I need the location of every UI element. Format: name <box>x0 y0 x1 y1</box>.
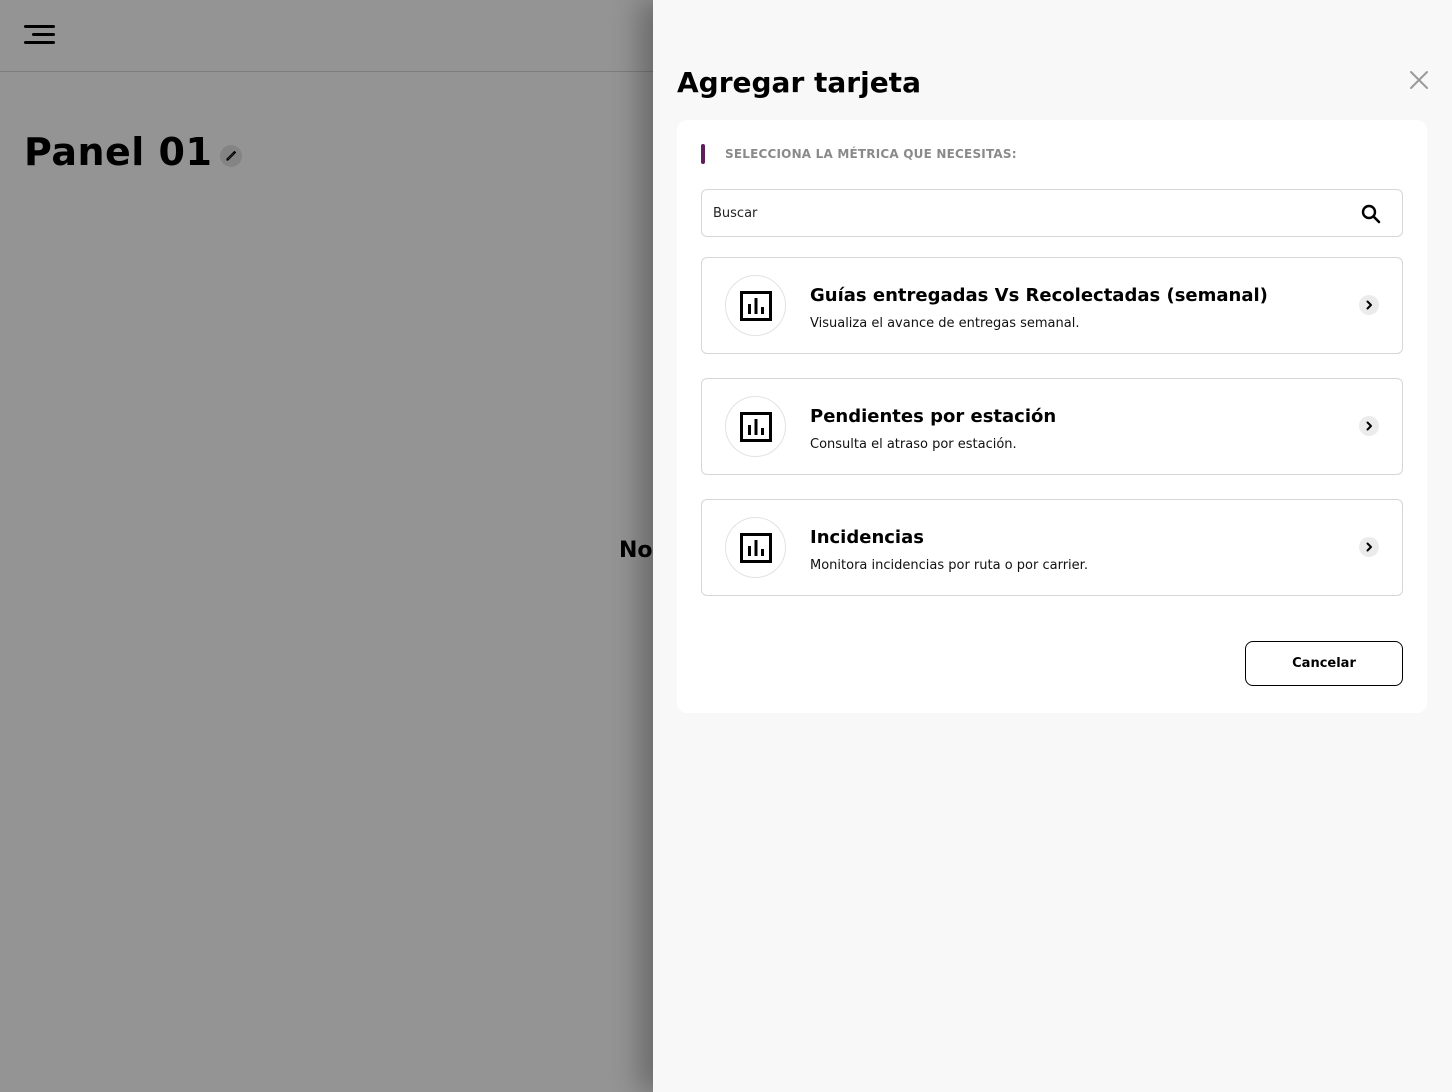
drawer-title: Agregar tarjeta <box>677 66 921 99</box>
close-icon <box>1410 71 1428 89</box>
chevron-right-icon <box>1359 537 1379 557</box>
search-input[interactable] <box>713 190 1333 236</box>
chevron-right-icon <box>1359 416 1379 436</box>
search-box <box>701 189 1403 237</box>
section-accent-bar <box>701 144 705 164</box>
metric-item[interactable]: Incidencias Monitora incidencias por rut… <box>701 499 1403 596</box>
bar-chart-icon <box>725 517 786 578</box>
search-icon[interactable] <box>1361 204 1381 224</box>
metric-description: Visualiza el avance de entregas semanal. <box>810 316 1080 331</box>
metric-description: Monitora incidencias por ruta o por carr… <box>810 558 1088 573</box>
close-button[interactable] <box>1409 70 1429 90</box>
section-label: SELECCIONA LA MÉTRICA QUE NECESITAS: <box>725 147 1017 161</box>
metric-title: Incidencias <box>810 527 924 548</box>
metric-title: Pendientes por estación <box>810 406 1057 427</box>
metric-description: Consulta el atraso por estación. <box>810 437 1017 452</box>
metric-item[interactable]: Guías entregadas Vs Recolectadas (semana… <box>701 257 1403 354</box>
metric-selection-card: SELECCIONA LA MÉTRICA QUE NECESITAS: Guí… <box>677 120 1427 713</box>
cancel-button[interactable]: Cancelar <box>1245 641 1403 686</box>
bar-chart-icon <box>725 275 786 336</box>
metric-item[interactable]: Pendientes por estación Consulta el atra… <box>701 378 1403 475</box>
metric-title: Guías entregadas Vs Recolectadas (semana… <box>810 285 1268 306</box>
add-card-drawer: Agregar tarjeta SELECCIONA LA MÉTRICA QU… <box>653 0 1452 1092</box>
chevron-right-icon <box>1359 295 1379 315</box>
bar-chart-icon <box>725 396 786 457</box>
